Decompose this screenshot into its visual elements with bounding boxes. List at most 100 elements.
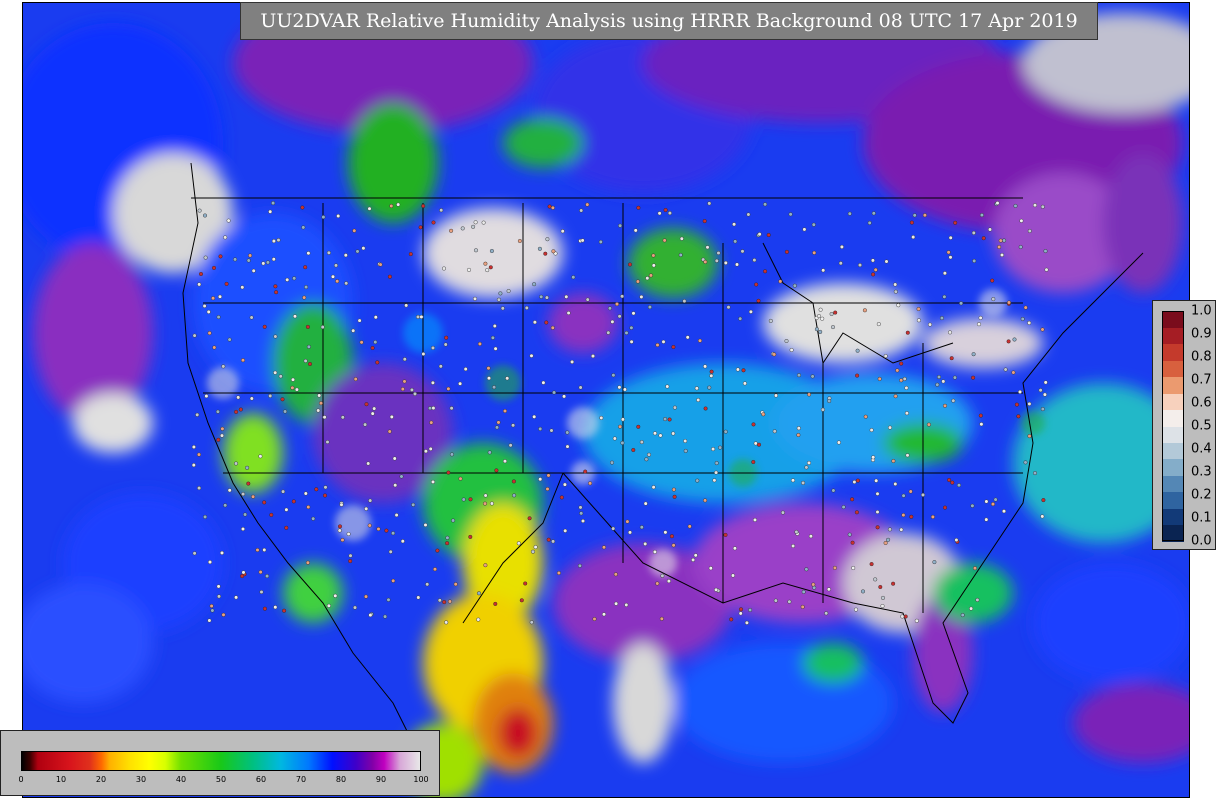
- station-dot: [618, 223, 623, 228]
- station-dot: [543, 251, 548, 256]
- obs-colorbar-tick: 0.2: [1191, 487, 1212, 503]
- station-dot: [393, 483, 398, 488]
- station-dot: [373, 315, 378, 320]
- station-dot: [995, 201, 1000, 206]
- station-dot: [707, 201, 712, 206]
- station-dot: [220, 426, 225, 431]
- station-dot: [445, 541, 450, 546]
- station-dot: [614, 601, 619, 606]
- station-dot: [348, 553, 353, 558]
- station-dot: [645, 276, 650, 281]
- station-dot: [241, 570, 246, 575]
- station-dot: [973, 566, 978, 571]
- station-dot: [997, 244, 1002, 249]
- station-dot: [693, 553, 698, 558]
- station-dot: [494, 468, 499, 473]
- station-dot: [1040, 327, 1045, 332]
- station-dot: [788, 212, 793, 217]
- rh-colorbar-tick: 50: [215, 775, 227, 784]
- station-dot: [314, 487, 319, 492]
- station-dot: [549, 428, 554, 433]
- station-dot: [669, 534, 674, 539]
- station-dot: [672, 494, 677, 499]
- station-dot: [438, 364, 443, 369]
- station-dot: [695, 478, 700, 483]
- station-dot: [565, 430, 570, 435]
- station-dot: [196, 452, 201, 457]
- station-dot: [293, 314, 298, 319]
- station-dot: [712, 478, 717, 483]
- station-dot: [306, 344, 311, 349]
- rh-analysis-map: [22, 2, 1190, 798]
- station-dot: [753, 441, 758, 446]
- station-dot: [408, 252, 413, 257]
- station-dot: [658, 433, 663, 438]
- station-dot: [322, 415, 327, 420]
- station-dot: [218, 254, 223, 259]
- station-dot: [471, 224, 476, 229]
- station-dot: [751, 422, 756, 427]
- station-dot: [251, 494, 256, 499]
- station-dot: [524, 305, 529, 310]
- station-dot: [211, 265, 216, 270]
- station-dot: [655, 581, 660, 586]
- station-dot: [591, 354, 596, 359]
- station-dot: [474, 248, 479, 253]
- station-dot: [602, 612, 607, 617]
- station-dot: [301, 225, 306, 230]
- station-dot: [541, 380, 546, 385]
- station-dot: [662, 238, 667, 243]
- station-dot: [311, 516, 316, 521]
- rh-colorbar-tick: 10: [55, 775, 67, 784]
- station-dot: [613, 572, 618, 577]
- station-dot: [912, 213, 917, 218]
- rh-colorbar-tick: 80: [335, 775, 347, 784]
- station-dot: [416, 595, 421, 600]
- station-dot: [592, 617, 597, 622]
- station-dot: [273, 605, 278, 610]
- station-dot: [852, 480, 857, 485]
- station-dot: [431, 406, 436, 411]
- station-dot: [883, 541, 888, 546]
- station-dot: [283, 409, 288, 414]
- station-dot: [559, 495, 564, 500]
- station-dot: [763, 202, 768, 207]
- station-dot: [531, 549, 536, 554]
- station-dot: [583, 469, 588, 474]
- station-dot: [810, 374, 815, 379]
- station-dot: [258, 454, 263, 459]
- station-dot: [579, 208, 584, 213]
- station-dot: [1002, 238, 1007, 243]
- station-dot: [647, 305, 652, 310]
- station-dot: [1027, 320, 1032, 325]
- station-dot: [552, 390, 557, 395]
- station-dot: [1018, 244, 1023, 249]
- station-dot: [802, 227, 807, 232]
- station-dot: [303, 358, 308, 363]
- station-dot: [361, 246, 366, 251]
- station-dot: [271, 239, 276, 244]
- station-dot: [887, 527, 892, 532]
- station-dot: [698, 338, 703, 343]
- station-dot: [1018, 389, 1023, 394]
- station-dot: [375, 360, 380, 365]
- station-dot: [655, 343, 660, 348]
- station-dot: [367, 206, 372, 211]
- station-dot: [774, 393, 779, 398]
- station-dot: [500, 306, 505, 311]
- station-dot: [532, 414, 537, 419]
- station-dot: [773, 598, 778, 603]
- station-dot: [588, 481, 593, 486]
- station-dot: [942, 294, 947, 299]
- station-dot: [533, 545, 538, 550]
- station-dot: [378, 262, 383, 267]
- station-dot: [221, 612, 226, 617]
- station-dot: [984, 499, 989, 504]
- map-title: UU2DVAR Relative Humidity Analysis using…: [240, 2, 1098, 40]
- station-dot: [451, 518, 456, 523]
- station-dot: [473, 220, 478, 225]
- station-dot: [858, 263, 863, 268]
- station-dot: [492, 385, 497, 390]
- station-dot: [971, 375, 976, 380]
- station-dot: [972, 258, 977, 263]
